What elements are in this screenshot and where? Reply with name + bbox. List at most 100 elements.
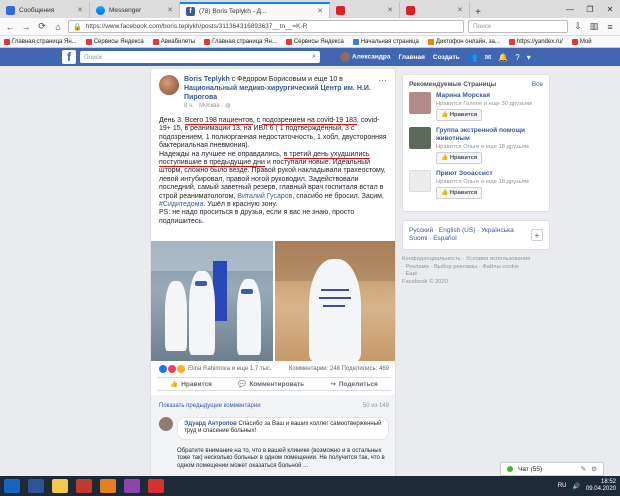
close-icon[interactable]: ✕ xyxy=(167,6,173,14)
bookmark-icon xyxy=(204,38,211,45)
like-page-button[interactable]: 👍 Нравится xyxy=(436,109,483,121)
place-link[interactable]: Национальный медико-хирургический Центр … xyxy=(184,85,371,101)
language-indicator[interactable]: RU xyxy=(558,483,567,489)
close-icon[interactable]: ✕ xyxy=(457,6,463,14)
tab-messenger[interactable]: Messenger ✕ xyxy=(90,2,180,18)
commenter-name[interactable]: Эдуард Антропов xyxy=(184,421,237,427)
post-paragraph-1: День 3. Всего 198 пациентов, с подозрени… xyxy=(159,117,387,150)
tab-yandex-1[interactable]: ✕ xyxy=(330,2,400,18)
share-icon: ↪ xyxy=(330,381,336,388)
browser-search-input[interactable]: Поиск xyxy=(468,20,568,33)
post-time: 8 ч. · Москва · ◍ xyxy=(184,103,231,109)
footer-links[interactable]: Конфиденциальность · Условия использован… xyxy=(402,256,550,264)
close-icon[interactable]: ✕ xyxy=(77,6,83,14)
opera-icon[interactable] xyxy=(148,479,164,493)
folder-icon[interactable] xyxy=(52,479,68,493)
search-icon[interactable]: ⌕ xyxy=(312,53,316,61)
page-image[interactable] xyxy=(409,92,431,114)
bookmark-item[interactable]: Сервисы Яндекса xyxy=(285,38,344,45)
clock[interactable]: 18:52 09.04.2020 xyxy=(586,479,616,493)
back-icon[interactable]: ← xyxy=(4,22,16,32)
hashtag-link[interactable]: #Сидитедома xyxy=(159,201,203,208)
language-links[interactable]: Русский · English (US) · Українська xyxy=(409,227,531,235)
reload-icon[interactable]: ⟳ xyxy=(36,21,48,32)
library-icon[interactable]: ▥ xyxy=(588,21,600,32)
engagement-counts[interactable]: Комментарии: 248 Поделились: 469 xyxy=(289,366,389,372)
profile-link[interactable]: Александра xyxy=(340,52,390,62)
minimize-icon[interactable]: — xyxy=(560,5,580,14)
ie-icon[interactable] xyxy=(28,479,44,493)
bookmark-item[interactable]: Авиабилеты xyxy=(152,38,195,45)
maximize-icon[interactable]: ❐ xyxy=(580,5,600,14)
reactions-text[interactable]: Elina Rahimova и еще 1,7 тыс. xyxy=(188,366,272,372)
chat-bar[interactable]: Чат (55) ✎ ⚙ xyxy=(500,462,604,476)
photo-hallway[interactable] xyxy=(275,241,395,361)
bookmark-item[interactable]: Начальная страница xyxy=(352,38,419,45)
facebook-nav: Александра Главная Создать xyxy=(340,52,460,62)
menu-icon[interactable]: ≡ xyxy=(604,22,616,32)
bookmark-item[interactable]: Мой xyxy=(571,38,592,45)
tab-messages[interactable]: Сообщения ✕ xyxy=(0,2,90,18)
show-previous-comments-link[interactable]: Показать предыдущие комментарии xyxy=(159,403,261,409)
help-icon[interactable]: ? xyxy=(515,53,519,62)
url-bar[interactable]: 🔒 https://www.facebook.com/boris.teplykh… xyxy=(68,20,464,33)
downloads-icon[interactable]: ⇩ xyxy=(572,21,584,32)
forward-icon[interactable]: → xyxy=(20,22,32,32)
compose-icon[interactable]: ✎ xyxy=(581,465,586,473)
bookmark-item[interactable]: Сервисы Яндекса xyxy=(85,38,144,45)
page-item: Марина Морская Нравится Галене и еще 30 … xyxy=(409,92,543,121)
globe-icon: ◍ xyxy=(224,103,231,109)
commenter-avatar[interactable] xyxy=(159,417,173,431)
comment-button[interactable]: 💬 Комментировать xyxy=(238,380,304,389)
firefox-icon[interactable] xyxy=(100,479,116,493)
like-button[interactable]: 👍 Нравится xyxy=(170,380,212,389)
mention-link[interactable]: Виталий Гусаров xyxy=(237,193,292,200)
new-tab-button[interactable]: + xyxy=(470,7,486,18)
footer-links[interactable]: · Реклама · Выбор рекламы · Файлы cookie xyxy=(402,264,550,272)
page-name[interactable]: Группа экстренной помощи животным xyxy=(436,127,525,142)
page-name[interactable]: Приют Зооассист xyxy=(436,170,493,177)
author-avatar[interactable] xyxy=(159,75,179,95)
bookmark-item[interactable]: Главная страница Ян... xyxy=(4,38,77,45)
start-icon[interactable] xyxy=(4,479,20,493)
share-button[interactable]: ↪ Поделиться xyxy=(330,380,377,389)
author-name[interactable]: Boris Teplykh xyxy=(184,76,230,83)
facebook-logo[interactable]: f xyxy=(62,50,76,64)
add-language-button[interactable]: + xyxy=(531,229,543,241)
page-image[interactable] xyxy=(409,170,431,192)
facebook-search-input[interactable]: Поиск ⌕ xyxy=(80,51,320,63)
reactions-summary: Elina Rahimova и еще 1,7 тыс. Комментари… xyxy=(159,365,389,373)
bookmark-item[interactable]: https://yandex.ru/ xyxy=(508,38,563,45)
volume-icon[interactable]: 🔊 xyxy=(572,483,579,490)
copyright: Facebook © 2020 xyxy=(402,278,448,285)
close-window-icon[interactable]: ✕ xyxy=(600,5,620,14)
messenger-icon[interactable]: ✉ xyxy=(485,53,492,62)
close-icon[interactable]: ✕ xyxy=(387,6,393,14)
like-page-button[interactable]: 👍 Нравится xyxy=(436,187,483,199)
notifications-icon[interactable]: 🔔 xyxy=(498,53,508,62)
blue-curtain xyxy=(213,261,227,321)
see-all-link[interactable]: Все xyxy=(532,81,543,88)
bookmark-item[interactable]: Диктофон онлайн, за... xyxy=(427,38,500,45)
bookmark-item[interactable]: Главная страница Ян... xyxy=(204,38,277,45)
settings-icon[interactable]: ⚙ xyxy=(591,465,597,473)
recommended-title: Рекомендуемые Страницы Все xyxy=(409,81,543,88)
home-icon[interactable]: ⌂ xyxy=(52,22,64,32)
create-link[interactable]: Создать xyxy=(433,54,460,61)
tab-yandex-2[interactable]: ✕ xyxy=(400,2,470,18)
app-icon[interactable] xyxy=(124,479,140,493)
dropdown-icon[interactable]: ▾ xyxy=(527,53,531,62)
friends-icon[interactable]: 👥 xyxy=(468,53,478,62)
yandex-icon[interactable] xyxy=(76,479,92,493)
home-link[interactable]: Главная xyxy=(398,54,424,61)
photo-ward[interactable] xyxy=(151,241,273,361)
like-page-button[interactable]: 👍 Нравится xyxy=(436,152,483,164)
tab-facebook[interactable]: f (78) Boris Teplykh - Д... ✕ xyxy=(180,2,330,18)
footer-links[interactable]: · Ещё · xyxy=(402,271,550,279)
more-options-icon[interactable]: ··· xyxy=(378,75,387,111)
page-image[interactable] xyxy=(409,127,431,149)
close-icon[interactable]: ✕ xyxy=(317,7,323,15)
messenger-icon xyxy=(96,5,105,15)
language-links[interactable]: Suomi · Español xyxy=(409,235,531,243)
page-name[interactable]: Марина Морская xyxy=(436,92,490,99)
